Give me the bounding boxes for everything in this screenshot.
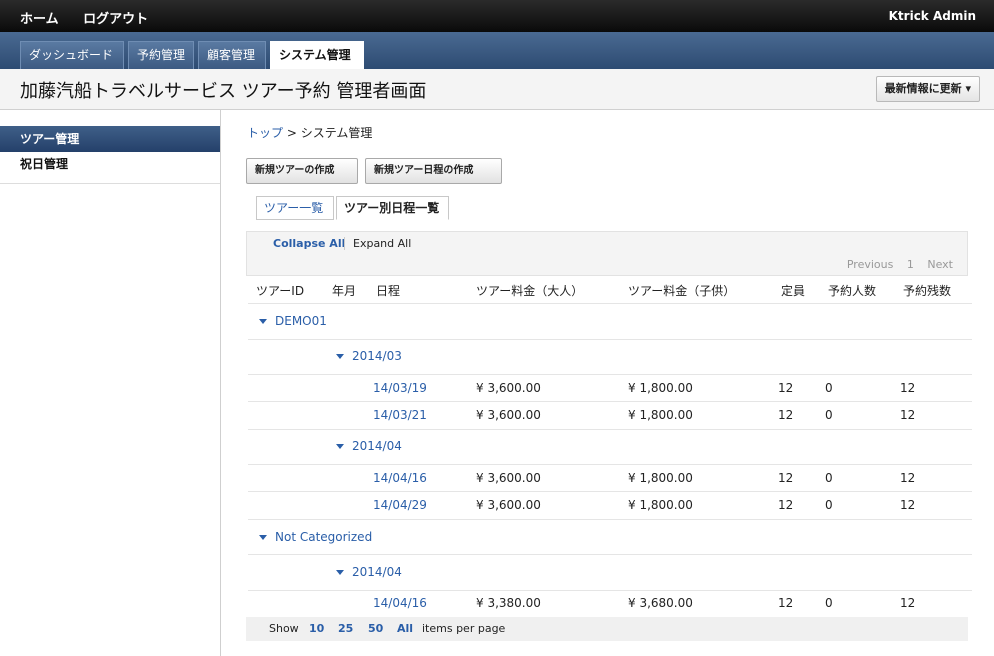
page-title: 加藤汽船トラベルサービス ツアー予約 管理者画面 xyxy=(20,81,427,102)
expand-all-button[interactable]: Expand All xyxy=(344,237,411,250)
pager: Previous 1 Next xyxy=(837,258,953,271)
col-child-price[interactable]: ツアー料金（子供） xyxy=(628,282,735,299)
page-size-50[interactable]: 50 xyxy=(368,622,383,635)
tab-customers[interactable]: 顧客管理 xyxy=(198,41,266,69)
date-link[interactable]: 14/03/19 xyxy=(373,381,427,395)
date-link[interactable]: 14/04/29 xyxy=(373,498,427,512)
month-row[interactable]: 2014/04 xyxy=(248,429,972,465)
col-date[interactable]: 日程 xyxy=(376,282,400,299)
col-capacity[interactable]: 定員 xyxy=(781,282,805,299)
top-nav: ホーム ログアウト xyxy=(20,8,168,27)
table-row[interactable]: 14/04/29 ¥ 3,600.00 ¥ 1,800.00 12 0 12 xyxy=(248,491,972,520)
child-price: ¥ 1,800.00 xyxy=(628,471,693,485)
main-tabs: ダッシュボード 予約管理 顧客管理 システム管理 xyxy=(0,32,994,69)
pager-next[interactable]: Next xyxy=(927,258,953,271)
adult-price: ¥ 3,600.00 xyxy=(476,408,541,422)
booked: 0 xyxy=(825,471,833,485)
collapse-icon[interactable] xyxy=(259,535,267,540)
page-size-10[interactable]: 10 xyxy=(309,622,324,635)
col-booked[interactable]: 予約人数 xyxy=(828,282,876,299)
booked: 0 xyxy=(825,381,833,395)
grid-footer: Show 10 25 50 All items per page xyxy=(246,617,968,641)
col-remaining[interactable]: 予約残数 xyxy=(903,282,951,299)
show-label: Show xyxy=(269,622,299,635)
remaining: 12 xyxy=(900,596,916,610)
adult-price: ¥ 3,380.00 xyxy=(476,596,541,610)
date-link[interactable]: 14/04/16 xyxy=(373,596,427,610)
group-name: Not Categorized xyxy=(275,530,373,544)
booked: 0 xyxy=(825,596,833,610)
col-adult-price[interactable]: ツアー料金（大人） xyxy=(476,282,583,299)
table-row[interactable]: 14/03/21 ¥ 3,600.00 ¥ 1,800.00 12 0 12 xyxy=(248,401,972,430)
sidebar-item-holidays[interactable]: 祝日管理 xyxy=(0,152,220,184)
child-price: ¥ 1,800.00 xyxy=(628,408,693,422)
adult-price: ¥ 3,600.00 xyxy=(476,498,541,512)
month-label: 2014/03 xyxy=(352,349,402,363)
new-schedule-button[interactable]: 新規ツアー日程の作成 xyxy=(365,158,502,184)
adult-price: ¥ 3,600.00 xyxy=(476,471,541,485)
date-link[interactable]: 14/04/16 xyxy=(373,471,427,485)
home-link[interactable]: ホーム xyxy=(20,12,59,27)
new-tour-button[interactable]: 新規ツアーの作成 xyxy=(246,158,358,184)
table-row[interactable]: 14/04/16 ¥ 3,380.00 ¥ 3,680.00 12 0 12 xyxy=(248,590,972,617)
collapse-icon[interactable] xyxy=(336,570,344,575)
tab-tour-schedule[interactable]: ツアー別日程一覧 xyxy=(336,196,449,220)
tab-system[interactable]: システム管理 xyxy=(270,41,364,69)
group-row[interactable]: Not Categorized xyxy=(248,519,972,555)
remaining: 12 xyxy=(900,408,916,422)
collapse-icon[interactable] xyxy=(336,354,344,359)
date-link[interactable]: 14/03/21 xyxy=(373,408,427,422)
capacity: 12 xyxy=(778,381,794,395)
page-size-all[interactable]: All xyxy=(397,622,413,635)
logout-link[interactable]: ログアウト xyxy=(83,12,148,27)
sidebar-item-tours[interactable]: ツアー管理 xyxy=(0,126,220,152)
month-label: 2014/04 xyxy=(352,439,402,453)
group-name: DEMO01 xyxy=(275,314,327,328)
month-row[interactable]: 2014/03 xyxy=(248,339,972,375)
breadcrumb-home[interactable]: トップ xyxy=(247,126,283,140)
remaining: 12 xyxy=(900,498,916,512)
pager-page[interactable]: 1 xyxy=(907,258,914,271)
child-price: ¥ 1,800.00 xyxy=(628,381,693,395)
adult-price: ¥ 3,600.00 xyxy=(476,381,541,395)
top-nav-bar: ホーム ログアウト Ktrick Admin xyxy=(0,0,994,32)
group-row[interactable]: DEMO01 xyxy=(248,303,972,340)
breadcrumb: トップ > システム管理 xyxy=(247,124,372,141)
table-row[interactable]: 14/04/16 ¥ 3,600.00 ¥ 1,800.00 12 0 12 xyxy=(248,464,972,492)
items-per-page-label: items per page xyxy=(422,622,506,635)
capacity: 12 xyxy=(778,408,794,422)
remaining: 12 xyxy=(900,471,916,485)
month-label: 2014/04 xyxy=(352,565,402,579)
booked: 0 xyxy=(825,408,833,422)
breadcrumb-current: システム管理 xyxy=(300,126,373,140)
collapse-icon[interactable] xyxy=(259,319,267,324)
collapse-all-button[interactable]: Collapse All xyxy=(273,237,345,250)
breadcrumb-sep: > xyxy=(283,126,301,140)
capacity: 12 xyxy=(778,498,794,512)
capacity: 12 xyxy=(778,596,794,610)
month-row[interactable]: 2014/04 xyxy=(248,554,972,591)
capacity: 12 xyxy=(778,471,794,485)
collapse-icon[interactable] xyxy=(336,444,344,449)
pager-previous[interactable]: Previous xyxy=(847,258,894,271)
tab-tour-list[interactable]: ツアー一覧 xyxy=(256,196,334,220)
sidebar: ツアー管理 祝日管理 xyxy=(0,110,221,656)
title-bar: 加藤汽船トラベルサービス ツアー予約 管理者画面 最新情報に更新 ▾ xyxy=(0,69,994,110)
col-month[interactable]: 年月 xyxy=(332,282,356,299)
booked: 0 xyxy=(825,498,833,512)
tab-dashboard[interactable]: ダッシュボード xyxy=(20,41,124,69)
refresh-button[interactable]: 最新情報に更新 ▾ xyxy=(875,76,980,102)
grid-toolbar: Collapse All Expand All Previous 1 Next xyxy=(246,231,968,276)
remaining: 12 xyxy=(900,381,916,395)
col-tour-id[interactable]: ツアーID xyxy=(256,282,304,299)
table-row[interactable]: 14/03/19 ¥ 3,600.00 ¥ 1,800.00 12 0 12 xyxy=(248,374,972,402)
tab-reservations[interactable]: 予約管理 xyxy=(128,41,194,69)
child-price: ¥ 1,800.00 xyxy=(628,498,693,512)
child-price: ¥ 3,680.00 xyxy=(628,596,693,610)
page-size-25[interactable]: 25 xyxy=(338,622,353,635)
user-name[interactable]: Ktrick Admin xyxy=(889,9,976,23)
